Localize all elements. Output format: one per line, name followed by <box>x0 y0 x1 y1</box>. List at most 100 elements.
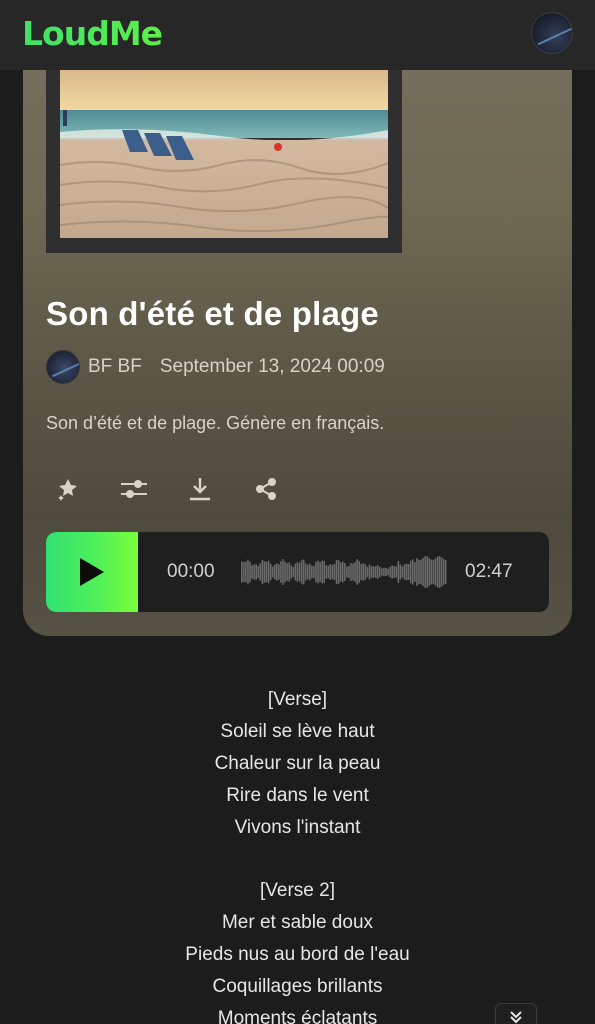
beach-cover-image <box>60 70 388 238</box>
waveform-bar <box>391 565 393 579</box>
waveform-bar <box>306 564 309 580</box>
waveform-bar <box>292 566 295 578</box>
waveform-bar <box>407 564 410 580</box>
waveform-bar <box>383 567 385 577</box>
scroll-down-button[interactable] <box>495 1003 537 1024</box>
song-title: Son d'été et de plage <box>46 295 379 332</box>
waveform-bar <box>360 563 363 581</box>
waveform-bar <box>327 565 330 579</box>
logo[interactable]: LoudMe <box>22 14 163 53</box>
duration: 02:47 <box>465 561 513 582</box>
waveform-bar <box>269 563 272 581</box>
waveform-bar <box>352 563 354 581</box>
waveform-bar <box>288 562 290 582</box>
chevron-down-icon <box>510 1011 522 1024</box>
waveform-bar <box>290 565 293 579</box>
waveform-bar <box>267 560 270 584</box>
waveform-bar <box>337 560 340 584</box>
waveform-bar <box>358 560 361 584</box>
top-header: LoudMe <box>0 0 595 70</box>
waveform-bar <box>276 563 278 581</box>
audio-player: 00:00 02:47 <box>46 532 549 612</box>
waveform-bar <box>366 566 369 578</box>
waveform-bar <box>317 560 319 584</box>
song-description: Son d’été et de plage. Génère en françai… <box>46 413 385 433</box>
waveform-bar <box>409 560 412 584</box>
current-time: 00:00 <box>167 561 215 582</box>
waveform-bar <box>321 560 323 584</box>
waveform-bar <box>259 563 262 581</box>
waveform-bar <box>245 561 247 583</box>
waveform-bar <box>432 559 435 585</box>
waveform-bar <box>247 559 249 585</box>
waveform-bar <box>257 565 260 579</box>
waveform-bar <box>414 562 416 582</box>
waveform-bar <box>344 562 346 582</box>
download-icon <box>190 478 210 501</box>
waveform-bar <box>339 562 342 582</box>
sliders-icon <box>121 480 147 498</box>
waveform[interactable] <box>241 554 447 590</box>
waveform-bar <box>329 563 332 581</box>
author-name[interactable]: BF BF <box>88 356 142 378</box>
waveform-bar <box>370 566 373 578</box>
waveform-bar <box>362 563 365 581</box>
waveform-bar <box>416 558 418 586</box>
waveform-bar <box>280 561 282 583</box>
waveform-bar <box>397 561 400 584</box>
waveform-bar <box>323 561 325 583</box>
adjust-button[interactable] <box>112 470 156 508</box>
play-button[interactable] <box>46 532 138 612</box>
waveform-bar <box>311 565 313 579</box>
waveform-bar <box>315 561 317 583</box>
user-avatar[interactable] <box>531 12 573 54</box>
waveform-bar <box>263 561 266 583</box>
song-meta: BF BF September 13, 2024 00:09 <box>46 350 385 384</box>
waveform-bar <box>294 563 297 581</box>
waveform-bar <box>379 566 381 578</box>
waveform-bar <box>389 566 391 578</box>
lyric-line: Mer et sable doux <box>221 912 374 933</box>
waveform-bar <box>251 565 253 579</box>
song-date: September 13, 2024 00:09 <box>159 356 385 377</box>
song-card: Son d'été et de plage BF BF September 13… <box>23 40 572 636</box>
magic-pin-button[interactable] <box>46 470 90 508</box>
lyric-line: Coquillages brillants <box>212 976 383 997</box>
waveform-bar <box>304 563 307 581</box>
waveform-bar <box>440 557 443 587</box>
waveform-bar <box>356 559 358 585</box>
waveform-bar <box>341 561 344 583</box>
waveform-bar <box>376 565 379 579</box>
lyric-line: Rire dans le vent <box>226 785 369 806</box>
waveform-bar <box>387 568 389 576</box>
share-icon <box>256 478 276 500</box>
waveform-bar <box>434 558 437 586</box>
waveform-bar <box>426 556 428 588</box>
lyrics: [Verse] Soleil se lève haut Chaleur sur … <box>0 684 595 1024</box>
waveform-bar <box>284 561 286 583</box>
waveform-bar <box>298 562 301 582</box>
waveform-bar <box>444 560 447 584</box>
waveform-bar <box>325 565 328 579</box>
waveform-bar <box>405 563 408 581</box>
waveform-bar <box>395 566 398 578</box>
verse-header: [Verse 2] <box>260 880 335 901</box>
waveform-bar <box>296 562 299 582</box>
cover-image-frame <box>46 40 402 253</box>
waveform-bar <box>368 564 371 580</box>
waveform-bar <box>241 561 243 583</box>
waveform-bar <box>273 564 276 580</box>
waveform-bar <box>424 556 426 588</box>
author-avatar[interactable] <box>46 350 80 384</box>
waveform-bar <box>418 559 420 585</box>
waveform-bar <box>364 564 367 580</box>
waveform-bar <box>313 565 315 579</box>
share-button[interactable] <box>244 470 288 508</box>
magic-pin-icon <box>58 479 77 501</box>
waveform-bar <box>335 559 338 585</box>
verse-header: [Verse] <box>267 689 328 710</box>
waveform-bar <box>354 562 356 582</box>
download-button[interactable] <box>178 470 222 508</box>
lyric-line: Soleil se lève haut <box>220 721 375 742</box>
action-bar <box>46 470 310 508</box>
